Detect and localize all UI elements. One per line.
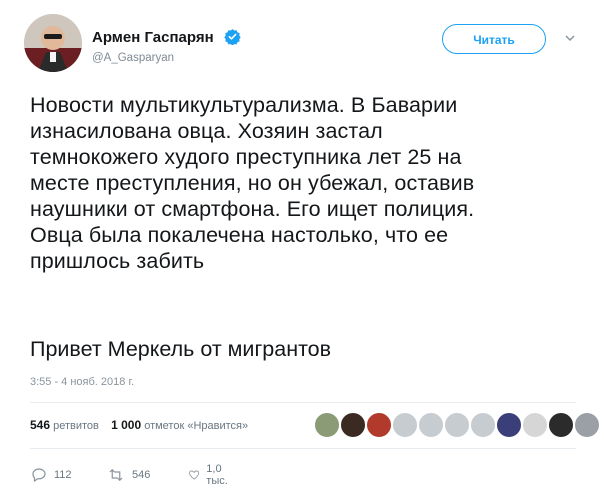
tweet-timestamp[interactable]: 3:55 - 4 нояб. 2018 г. [30, 376, 134, 388]
retweet-count: 546 [132, 469, 151, 481]
tweet-text-closing: Привет Меркель от мигрантов [30, 337, 332, 361]
engagement-stats: 546 ретвитов 1 000 отметок «Нравится» [30, 418, 248, 432]
likes-label[interactable]: отметок «Нравится» [144, 420, 248, 432]
author-handle[interactable]: @A_Gasparyan [92, 52, 174, 64]
reply-icon [32, 468, 46, 483]
divider [30, 448, 576, 449]
tweet-text: Новости мультикультурализма. В Баварии и… [30, 93, 475, 273]
liker-avatar[interactable] [418, 412, 444, 438]
retweet-button[interactable]: 546 [106, 464, 150, 486]
author-name-text: Армен Гаспарян [92, 29, 214, 46]
avatar[interactable] [24, 14, 82, 72]
reply-count: 112 [54, 469, 72, 481]
tweet-header: Армен Гаспарян @A_Gasparyan Читать [24, 14, 584, 74]
retweets-label[interactable]: ретвитов [53, 420, 99, 432]
like-button[interactable]: 1,0 тыс. [188, 463, 234, 487]
liker-avatar[interactable] [444, 412, 470, 438]
liker-avatar[interactable] [470, 412, 496, 438]
liker-avatar[interactable] [496, 412, 522, 438]
liker-avatar[interactable] [548, 412, 574, 438]
follow-button[interactable]: Читать [442, 24, 546, 54]
liker-avatar[interactable] [340, 412, 366, 438]
liker-avatar[interactable] [366, 412, 392, 438]
liker-avatar[interactable] [314, 412, 340, 438]
reply-button[interactable]: 112 [30, 464, 72, 486]
likes-count[interactable]: 1 000 [111, 418, 141, 432]
verified-badge-icon [224, 29, 241, 45]
like-count: 1,0 тыс. [206, 463, 228, 487]
retweet-icon [109, 468, 123, 482]
like-icon [189, 470, 200, 480]
liker-avatar[interactable] [392, 412, 418, 438]
retweets-count[interactable]: 546 [30, 418, 50, 432]
author-name[interactable]: Армен Гаспарян [92, 28, 241, 46]
liker-avatar[interactable] [522, 412, 548, 438]
chevron-down-icon[interactable] [564, 32, 576, 44]
divider [30, 402, 576, 403]
liker-avatar[interactable] [574, 412, 600, 438]
